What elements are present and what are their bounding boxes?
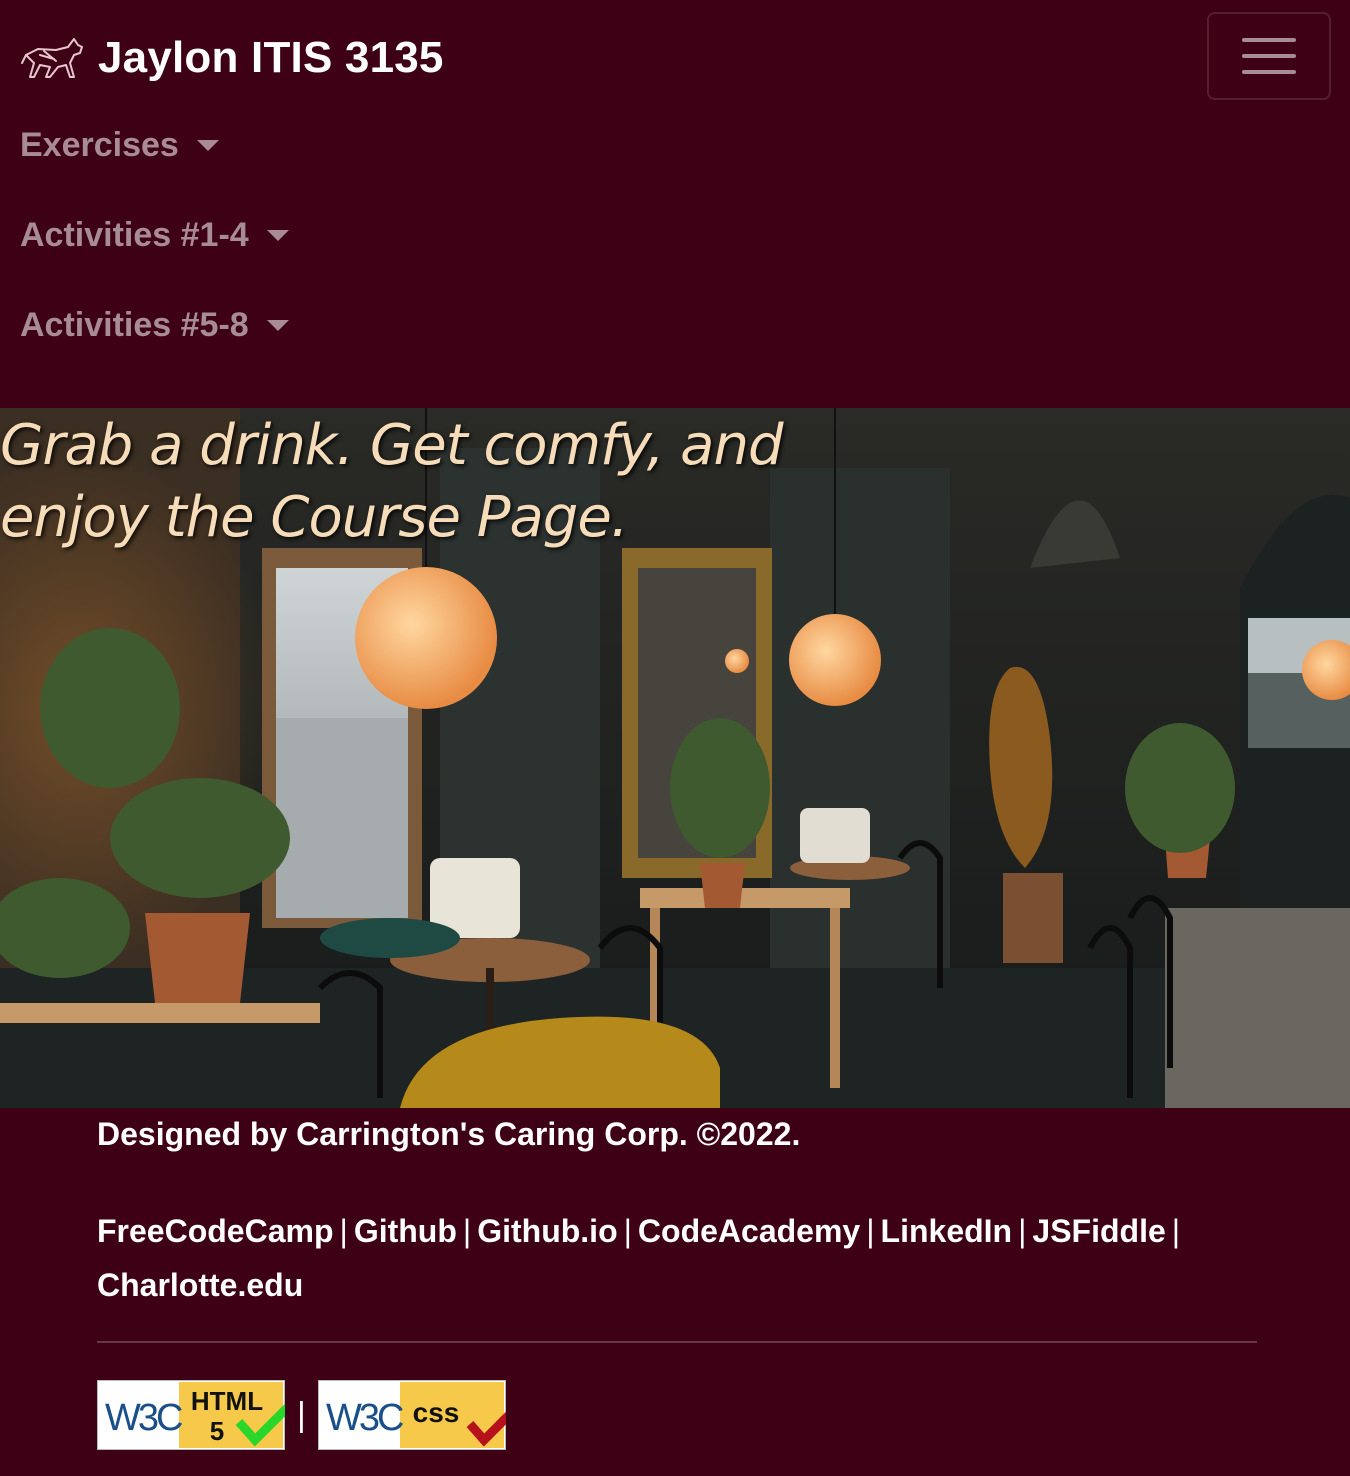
link-jsfiddle[interactable]: JSFiddle <box>1032 1213 1165 1249</box>
link-separator: | <box>1018 1213 1027 1249</box>
hamburger-menu-icon <box>1242 38 1296 42</box>
link-codeacademy[interactable]: CodeAcademy <box>638 1213 860 1249</box>
navbar-brand[interactable]: Jaylon ITIS 3135 <box>20 30 444 86</box>
badge-label: 5 <box>210 1416 224 1446</box>
w3c-logo-text: W3C <box>326 1397 403 1439</box>
link-separator: | <box>1171 1213 1181 1249</box>
nav-dropdown-exercises[interactable]: Exercises <box>20 126 219 165</box>
link-github-io[interactable]: Github.io <box>477 1213 617 1249</box>
caret-down-icon <box>196 140 219 151</box>
caret-down-icon <box>266 320 289 331</box>
link-separator: | <box>462 1213 472 1249</box>
link-separator: | <box>866 1213 875 1249</box>
link-charlotte-edu[interactable]: Charlotte.edu <box>97 1267 303 1303</box>
badge-label: HTML <box>191 1386 263 1416</box>
badge-separator: | <box>297 1395 306 1434</box>
footer-divider <box>97 1341 1257 1343</box>
footer-links: FreeCodeCamp | Github | Github.io | CodeAcadem… <box>97 1204 1257 1312</box>
hero-banner: Grab a drink. Get comfy, and enjoy the C… <box>0 408 1350 1108</box>
caret-down-icon <box>266 230 289 241</box>
nav-dropdown-label: Exercises <box>20 126 179 164</box>
link-separator: | <box>339 1213 348 1249</box>
hero-heading: Grab a drink. Get comfy, and enjoy the C… <box>0 413 784 550</box>
hamburger-menu-icon <box>1242 70 1296 74</box>
link-linkedin[interactable]: LinkedIn <box>881 1213 1013 1249</box>
badge-label: css <box>412 1397 459 1428</box>
panther-icon <box>21 38 83 78</box>
hamburger-menu-icon <box>1242 54 1296 58</box>
nav-dropdown-label: Activities #1-4 <box>20 216 249 254</box>
link-github[interactable]: Github <box>354 1213 457 1249</box>
validation-badges: W3C HTML 5 | W3C css <box>97 1380 506 1450</box>
footer-credit: Designed by Carrington's Caring Corp. ©2… <box>97 1116 801 1152</box>
navbar: Jaylon ITIS 3135 Exercises Activities #1… <box>0 0 1350 408</box>
navbar-toggler-button[interactable] <box>1207 12 1331 100</box>
w3c-html5-valid-badge[interactable]: W3C HTML 5 <box>97 1380 285 1450</box>
nav-dropdown-label: Activities #5-8 <box>20 306 249 344</box>
link-separator: | <box>623 1213 632 1249</box>
w3c-css-valid-badge[interactable]: W3C css <box>317 1380 506 1450</box>
nav-dropdown-activities-1-4[interactable]: Activities #1-4 <box>20 216 289 255</box>
brand-title: Jaylon ITIS 3135 <box>98 33 444 82</box>
nav-dropdown-activities-5-8[interactable]: Activities #5-8 <box>20 306 289 345</box>
w3c-logo-text: W3C <box>105 1397 182 1439</box>
link-freecodecamp[interactable]: FreeCodeCamp <box>97 1213 334 1249</box>
